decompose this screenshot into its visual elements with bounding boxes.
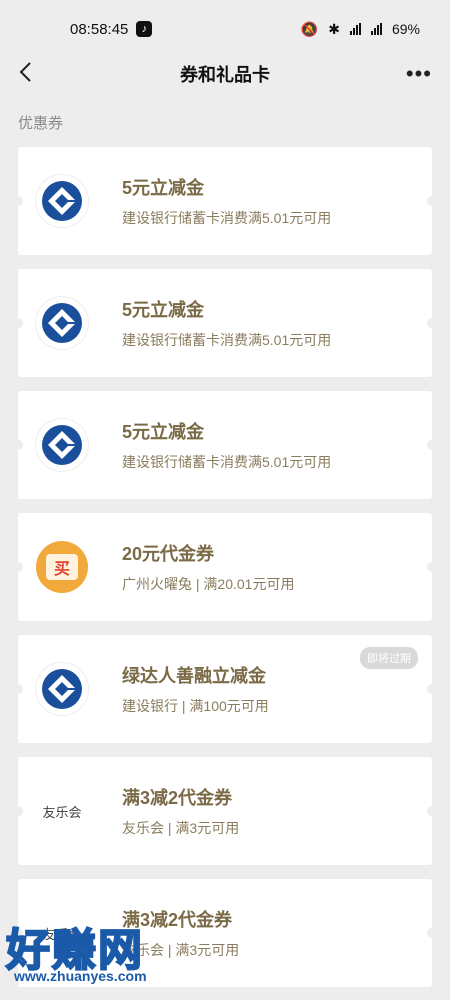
ccb-logo-icon bbox=[42, 425, 82, 465]
merchant-logo-text: 买 bbox=[46, 554, 78, 580]
merchant-logo: 友乐会 bbox=[36, 785, 88, 837]
coupon-card[interactable]: 5元立减金建设银行储蓄卡消费满5.01元可用 bbox=[13, 147, 437, 255]
status-bar: 08:58:45 ♪ 🔕 ✱ 69% bbox=[0, 0, 450, 58]
status-time: 08:58:45 bbox=[70, 20, 129, 38]
ccb-logo bbox=[36, 297, 88, 349]
ccb-logo bbox=[36, 663, 88, 715]
chevron-left-icon bbox=[19, 62, 31, 82]
mute-icon: 🔕 bbox=[300, 20, 319, 37]
page-title: 券和礼品卡 bbox=[180, 65, 270, 85]
coupon-list: 5元立减金 建设银行储蓄卡消费满5.01元可用 5元立减金 建设银行储蓄卡消费满5.… bbox=[0, 147, 450, 987]
coupon-text: 5元立减金建设银行储蓄卡消费满5.01元可用 bbox=[122, 296, 331, 350]
coupon-title: 20元代金券 bbox=[122, 544, 215, 564]
merchant-logo-text: 友乐会 bbox=[42, 804, 82, 820]
nav-bar: 券和礼品卡 ••• bbox=[0, 58, 450, 90]
watermark: 好赚网 www.zhuanyes.com bbox=[0, 912, 210, 992]
coupon-title: 5元立减金 bbox=[122, 422, 205, 442]
tiktok-icon: ♪ bbox=[136, 21, 153, 37]
coupon-text: 绿达人善融立减金建设银行 | 满100元可用 bbox=[122, 662, 269, 716]
expiring-badge: 即将过期 bbox=[360, 647, 418, 669]
signal-icon-2 bbox=[370, 23, 382, 35]
coupon-title: 5元立减金 bbox=[122, 300, 205, 320]
coupon-description: 建设银行储蓄卡消费满5.01元可用 bbox=[122, 210, 332, 226]
ccb-logo bbox=[36, 419, 88, 471]
coupon-description: 友乐会 | 满3元可用 bbox=[122, 820, 240, 836]
coupon-card[interactable]: 友乐会 满3减2代金券友乐会 | 满3元可用 bbox=[13, 757, 437, 865]
watermark-url: www.zhuanyes.com bbox=[14, 968, 147, 984]
more-options-button[interactable]: ••• bbox=[402, 63, 432, 85]
battery-level: 69% bbox=[391, 21, 420, 37]
coupon-text: 5元立减金建设银行储蓄卡消费满5.01元可用 bbox=[122, 174, 331, 228]
ccb-logo-icon bbox=[42, 669, 82, 709]
signal-icon bbox=[349, 23, 361, 35]
section-label: 优惠券 bbox=[18, 115, 64, 132]
coupon-card[interactable]: 绿达人善融立减金建设银行 | 满100元可用 即将过期 bbox=[13, 635, 437, 743]
coupon-text: 20元代金券广州火曜兔 | 满20.01元可用 bbox=[122, 540, 294, 594]
ccb-logo-icon bbox=[42, 181, 82, 221]
coupon-description: 广州火曜兔 | 满20.01元可用 bbox=[122, 576, 295, 592]
coupon-text: 满3减2代金券友乐会 | 满3元可用 bbox=[122, 784, 239, 838]
merchant-logo: 买 bbox=[36, 541, 88, 593]
ccb-logo bbox=[36, 175, 88, 227]
coupon-description: 建设银行储蓄卡消费满5.01元可用 bbox=[122, 332, 332, 348]
coupon-title: 5元立减金 bbox=[122, 178, 205, 198]
coupon-text: 5元立减金建设银行储蓄卡消费满5.01元可用 bbox=[122, 418, 331, 472]
back-button[interactable] bbox=[18, 61, 48, 87]
coupon-card[interactable]: 5元立减金建设银行储蓄卡消费满5.01元可用 bbox=[13, 269, 437, 377]
coupon-title: 满3减2代金券 bbox=[122, 788, 233, 808]
ccb-logo-icon bbox=[42, 303, 82, 343]
coupon-card[interactable]: 买 20元代金券广州火曜兔 | 满20.01元可用 bbox=[13, 513, 437, 621]
coupon-description: 建设银行储蓄卡消费满5.01元可用 bbox=[122, 454, 332, 470]
coupon-title: 绿达人善融立减金 bbox=[122, 666, 266, 686]
bluetooth-icon: ✱ bbox=[328, 20, 340, 37]
coupon-description: 建设银行 | 满100元可用 bbox=[122, 698, 269, 714]
coupon-card[interactable]: 5元立减金建设银行储蓄卡消费满5.01元可用 bbox=[13, 391, 437, 499]
